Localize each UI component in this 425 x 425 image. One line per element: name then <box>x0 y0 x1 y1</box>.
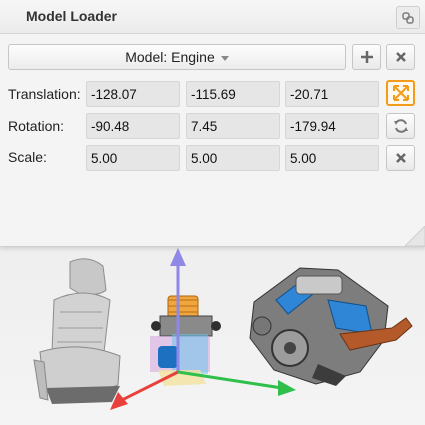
chevron-down-icon <box>220 55 229 61</box>
scale-x-field[interactable]: 5.00 <box>86 145 180 171</box>
panel-titlebar[interactable]: Model Loader <box>0 0 425 34</box>
rotation-y-field[interactable]: 7.45 <box>186 113 280 139</box>
refresh-icon <box>393 119 408 133</box>
model-select-dropdown[interactable]: Model: Engine <box>8 44 346 70</box>
plus-icon <box>360 51 373 63</box>
model-loader-panel: Model Loader Model: Engine Translation: … <box>0 0 425 247</box>
rotation-label: Rotation: <box>8 118 65 134</box>
translation-y-field[interactable]: -115.69 <box>186 81 280 107</box>
z-axis-arrow <box>278 380 296 396</box>
engine-model[interactable] <box>249 267 413 386</box>
y-axis-arrow <box>170 248 186 266</box>
resize-grip-icon[interactable] <box>405 226 425 246</box>
link-icon <box>402 11 414 24</box>
translation-z-field[interactable]: -20.71 <box>285 81 379 107</box>
move-arrows-icon <box>392 85 409 101</box>
model-select-label: Model: Engine <box>125 49 215 65</box>
reset-scale-button[interactable] <box>386 145 415 171</box>
car-seat-model[interactable] <box>33 258 121 404</box>
rotation-x-field[interactable]: -90.48 <box>86 113 180 139</box>
translation-x-field[interactable]: -128.07 <box>86 81 180 107</box>
translate-tool-button[interactable] <box>386 80 415 106</box>
panel-title: Model Loader <box>26 8 118 24</box>
scale-y-field[interactable]: 5.00 <box>186 145 280 171</box>
scene-canvas[interactable] <box>0 246 425 425</box>
rotate-tool-button[interactable] <box>386 113 415 139</box>
remove-model-button[interactable] <box>386 44 415 70</box>
scale-label: Scale: <box>8 149 47 165</box>
add-model-button[interactable] <box>352 44 381 70</box>
close-icon <box>395 52 406 62</box>
link-button[interactable] <box>396 6 420 29</box>
close-icon <box>395 153 406 163</box>
translation-label: Translation: <box>8 86 81 102</box>
rotation-z-field[interactable]: -179.94 <box>285 113 379 139</box>
scale-z-field[interactable]: 5.00 <box>285 145 379 171</box>
